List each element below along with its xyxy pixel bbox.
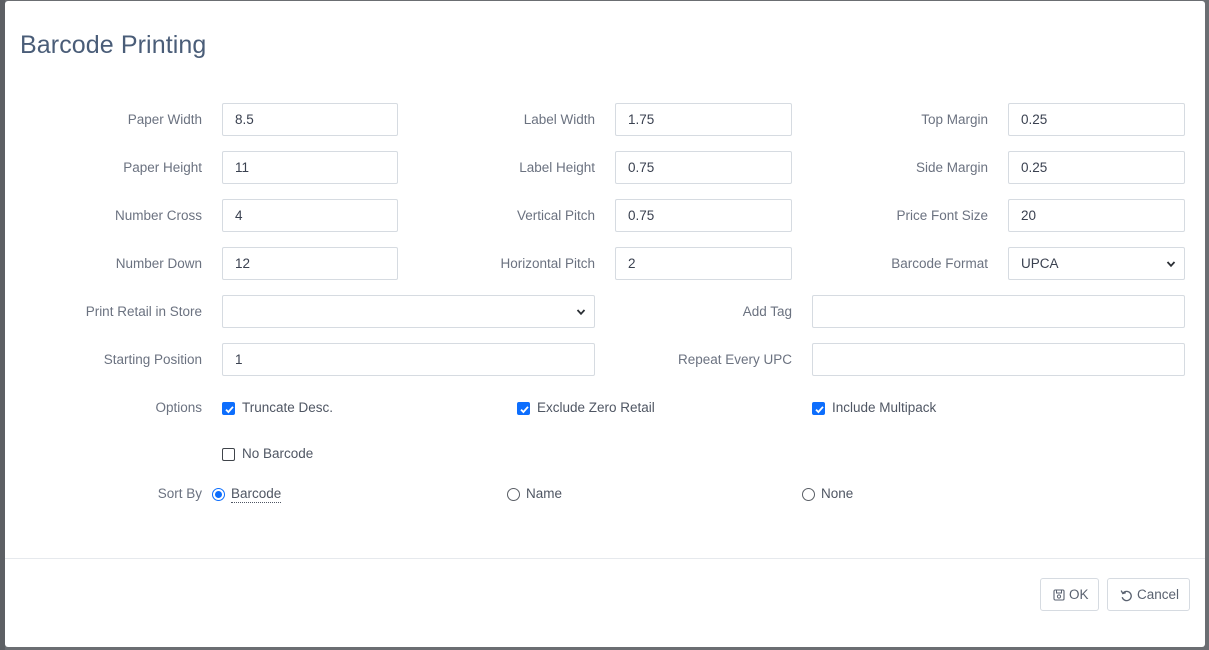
repeat-every-upc-label: Repeat Every UPC: [677, 352, 792, 367]
sort-name-label[interactable]: Name: [526, 486, 562, 502]
sort-barcode-label[interactable]: Barcode: [231, 486, 282, 503]
sort-name-radio[interactable]: [507, 488, 520, 501]
checkmark-icon: [815, 406, 824, 414]
paper-width-input[interactable]: [222, 103, 398, 136]
print-retail-in-store-select[interactable]: [222, 295, 595, 328]
vertical-pitch-label: Vertical Pitch: [516, 208, 595, 223]
no-barcode-label[interactable]: No Barcode: [242, 446, 313, 462]
dialog-title: Barcode Printing: [20, 31, 207, 59]
chevron-down-icon: [576, 309, 586, 316]
truncate-desc-checkbox[interactable]: [222, 402, 235, 415]
checkmark-icon: [520, 406, 529, 414]
price-font-size-label: Price Font Size: [896, 208, 988, 223]
price-font-size-input[interactable]: [1008, 199, 1185, 232]
starting-position-input[interactable]: [222, 343, 595, 376]
barcode-format-value: UPCA: [1021, 256, 1059, 271]
vertical-pitch-input[interactable]: [615, 199, 792, 232]
paper-height-input[interactable]: [222, 151, 398, 184]
number-cross-label: Number Cross: [114, 208, 202, 223]
truncate-desc-label[interactable]: Truncate Desc.: [242, 400, 333, 416]
sort-none-label[interactable]: None: [821, 486, 853, 502]
undo-icon: [1120, 590, 1132, 602]
top-margin-input[interactable]: [1008, 103, 1185, 136]
starting-position-label: Starting Position: [103, 352, 202, 367]
sort-none-radio[interactable]: [802, 488, 815, 501]
exclude-zero-retail-checkbox[interactable]: [517, 402, 530, 415]
checkmark-icon: [225, 406, 234, 414]
label-width-input[interactable]: [615, 103, 792, 136]
label-height-input[interactable]: [615, 151, 792, 184]
add-tag-label: Add Tag: [742, 304, 792, 319]
barcode-printing-dialog: Barcode Printing Paper Width Paper Heigh…: [5, 1, 1205, 647]
include-multipack-checkbox[interactable]: [812, 402, 825, 415]
number-cross-input[interactable]: [222, 199, 398, 232]
ok-button[interactable]: OK: [1040, 578, 1099, 611]
horizontal-pitch-label: Horizontal Pitch: [500, 256, 595, 271]
footer-divider: [5, 558, 1205, 559]
side-margin-input[interactable]: [1008, 151, 1185, 184]
print-retail-in-store-label: Print Retail in Store: [85, 304, 202, 319]
number-down-input[interactable]: [222, 247, 398, 280]
paper-height-label: Paper Height: [123, 160, 202, 175]
number-down-label: Number Down: [115, 256, 202, 271]
sort-by-label: Sort By: [157, 486, 202, 501]
label-width-label: Label Width: [523, 112, 595, 127]
repeat-every-upc-input[interactable]: [812, 343, 1185, 376]
options-label: Options: [155, 400, 202, 415]
label-height-label: Label Height: [519, 160, 595, 175]
add-tag-input[interactable]: [812, 295, 1185, 328]
top-margin-label: Top Margin: [921, 112, 988, 127]
no-barcode-checkbox[interactable]: [222, 448, 235, 461]
chevron-down-icon: [1166, 261, 1176, 268]
ok-button-label: OK: [1069, 587, 1089, 602]
barcode-format-label: Barcode Format: [891, 256, 988, 271]
include-multipack-label[interactable]: Include Multipack: [832, 400, 936, 416]
side-margin-label: Side Margin: [915, 160, 988, 175]
cancel-button-label: Cancel: [1137, 587, 1180, 602]
save-icon: [1053, 589, 1065, 601]
cancel-button[interactable]: Cancel: [1107, 578, 1190, 611]
barcode-format-select[interactable]: UPCA: [1008, 247, 1185, 280]
exclude-zero-retail-label[interactable]: Exclude Zero Retail: [537, 400, 655, 416]
paper-width-label: Paper Width: [127, 112, 202, 127]
sort-barcode-radio[interactable]: [212, 488, 225, 501]
horizontal-pitch-input[interactable]: [615, 247, 792, 280]
